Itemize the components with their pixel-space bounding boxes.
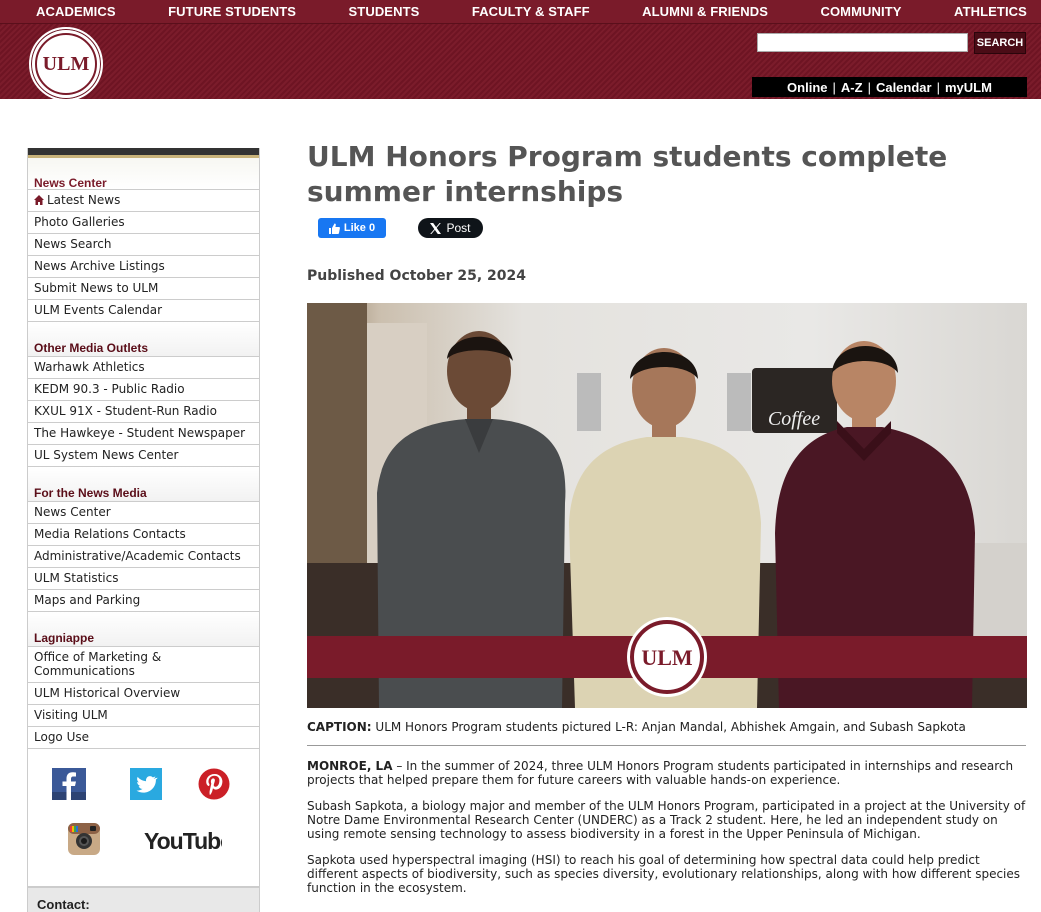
sidebar-item-kxul[interactable]: KXUL 91X - Student-Run Radio bbox=[28, 401, 259, 423]
separator: | bbox=[936, 79, 940, 95]
sidebar-item-media-relations[interactable]: Media Relations Contacts bbox=[28, 524, 259, 546]
top-navigation: ACADEMICS FUTURE STUDENTS STUDENTS FACUL… bbox=[0, 0, 1041, 23]
contact-heading: Contact: bbox=[28, 887, 259, 912]
paragraph-2: Subash Sapkota, a biology major and memb… bbox=[307, 799, 1026, 841]
home-icon bbox=[34, 195, 44, 205]
sidebar-item-statistics[interactable]: ULM Statistics bbox=[28, 568, 259, 590]
separator: | bbox=[867, 79, 871, 95]
sidebar-item-events-calendar[interactable]: ULM Events Calendar bbox=[28, 300, 259, 322]
youtube-label: YouTube bbox=[144, 828, 222, 854]
facebook-like-button[interactable]: Like 0 bbox=[318, 218, 386, 238]
paragraph-1: MONROE, LA – In the summer of 2024, thre… bbox=[307, 759, 1027, 787]
article-photo: Coffee ULM bbox=[307, 303, 1027, 708]
divider bbox=[307, 745, 1026, 746]
section-title-news-media: For the News Media bbox=[28, 467, 259, 502]
caption-label: CAPTION: bbox=[307, 720, 372, 734]
nav-students[interactable]: STUDENTS bbox=[349, 4, 420, 19]
sidebar-top-bar bbox=[28, 148, 259, 158]
section-title-other-media: Other Media Outlets bbox=[28, 322, 259, 357]
quicklink-a-z[interactable]: A-Z bbox=[841, 80, 863, 95]
sidebar-item-marketing[interactable]: Office of Marketing & Communications bbox=[28, 647, 259, 683]
x-post-button[interactable]: Post bbox=[418, 218, 483, 238]
dateline: MONROE, LA bbox=[307, 759, 393, 773]
nav-alumni-friends[interactable]: ALUMNI & FRIENDS bbox=[642, 4, 768, 19]
nav-faculty-staff[interactable]: FACULTY & STAFF bbox=[472, 4, 590, 19]
search-button[interactable]: SEARCH bbox=[974, 32, 1026, 54]
x-logo-icon bbox=[430, 222, 442, 234]
sidebar-item-ul-system[interactable]: UL System News Center bbox=[28, 445, 259, 467]
sidebar-item-photo-galleries[interactable]: Photo Galleries bbox=[28, 212, 259, 234]
quicklink-calendar[interactable]: Calendar bbox=[876, 80, 932, 95]
sidebar-item-visiting[interactable]: Visiting ULM bbox=[28, 705, 259, 727]
post-label: Post bbox=[446, 221, 471, 235]
sidebar: News Center Latest News Photo Galleries … bbox=[27, 148, 260, 912]
sidebar-item-latest-news[interactable]: Latest News bbox=[28, 190, 259, 212]
social-links: YouTube bbox=[28, 749, 259, 887]
section-title-lagniappe: Lagniappe bbox=[28, 612, 259, 647]
photo-logo-text: ULM bbox=[641, 645, 693, 670]
caption-text: ULM Honors Program students pictured L-R… bbox=[371, 720, 966, 734]
sidebar-item-submit-news[interactable]: Submit News to ULM bbox=[28, 278, 259, 300]
sidebar-item-warhawk-athletics[interactable]: Warhawk Athletics bbox=[28, 357, 259, 379]
article-title: ULM Honors Program students complete sum… bbox=[307, 140, 948, 208]
sidebar-item-maps-parking[interactable]: Maps and Parking bbox=[28, 590, 259, 612]
published-date: Published October 25, 2024 bbox=[307, 268, 526, 284]
sidebar-item-news-search[interactable]: News Search bbox=[28, 234, 259, 256]
sidebar-item-label: Latest News bbox=[47, 193, 121, 207]
ulm-logo[interactable]: ULM bbox=[29, 27, 103, 101]
sidebar-item-historical[interactable]: ULM Historical Overview bbox=[28, 683, 259, 705]
sidebar-item-hawkeye[interactable]: The Hawkeye - Student Newspaper bbox=[28, 423, 259, 445]
nav-community[interactable]: COMMUNITY bbox=[820, 4, 901, 19]
logo-text: ULM bbox=[42, 52, 90, 75]
search-input[interactable] bbox=[757, 33, 968, 52]
sidebar-item-news-center[interactable]: News Center bbox=[28, 502, 259, 524]
paragraph-1-text: – In the summer of 2024, three ULM Honor… bbox=[307, 759, 1014, 787]
quicklink-online[interactable]: Online bbox=[787, 80, 827, 95]
instagram-icon[interactable] bbox=[68, 823, 100, 855]
photo-coffee-sign: Coffee bbox=[768, 408, 820, 430]
twitter-icon[interactable] bbox=[130, 768, 162, 800]
like-label: Like 0 bbox=[343, 222, 376, 234]
logo-seal: ULM bbox=[35, 33, 97, 95]
pinterest-icon[interactable] bbox=[198, 768, 230, 800]
quicklink-myulm[interactable]: myULM bbox=[945, 80, 992, 95]
youtube-icon[interactable]: YouTube bbox=[144, 825, 222, 857]
quick-links: Online | A-Z | Calendar | myULM bbox=[752, 77, 1027, 97]
sidebar-item-logo-use[interactable]: Logo Use bbox=[28, 727, 259, 749]
thumbs-up-icon bbox=[328, 223, 340, 234]
sidebar-item-news-archive[interactable]: News Archive Listings bbox=[28, 256, 259, 278]
section-title-news-center: News Center bbox=[28, 158, 259, 190]
photo-caption: CAPTION: ULM Honors Program students pic… bbox=[307, 720, 1027, 734]
paragraph-3: Sapkota used hyperspectral imaging (HSI)… bbox=[307, 853, 1021, 895]
separator: | bbox=[832, 79, 836, 95]
nav-academics[interactable]: ACADEMICS bbox=[36, 4, 116, 19]
sidebar-item-kedm[interactable]: KEDM 90.3 - Public Radio bbox=[28, 379, 259, 401]
nav-athletics[interactable]: ATHLETICS bbox=[954, 4, 1027, 19]
sidebar-item-admin-contacts[interactable]: Administrative/Academic Contacts bbox=[28, 546, 259, 568]
nav-future-students[interactable]: FUTURE STUDENTS bbox=[168, 4, 296, 19]
facebook-icon[interactable] bbox=[52, 768, 86, 800]
